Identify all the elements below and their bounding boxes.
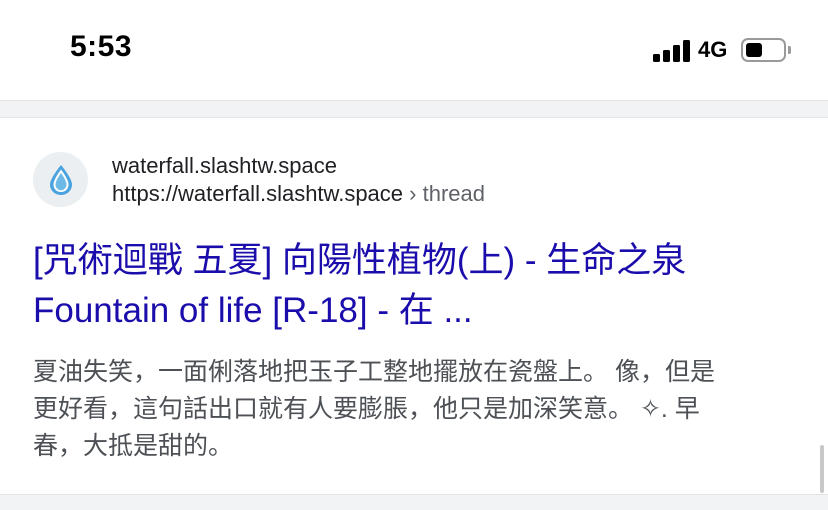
status-bar: 5:53 4G: [0, 0, 828, 100]
battery-icon: [741, 38, 791, 62]
page: 5:53 4G waterfall.slashtw.space https://…: [0, 0, 828, 510]
status-time: 5:53: [70, 30, 133, 63]
site-name[interactable]: waterfall.slashtw.space: [112, 153, 337, 179]
result-snippet: 夏油失笑，一面俐落地把玉子工整地擺放在瓷盤上。 像，但是 更好看，這句話出口就有…: [33, 354, 803, 465]
network-type: 4G: [698, 37, 728, 62]
divider: [0, 494, 828, 510]
breadcrumb-separator: ›: [409, 181, 417, 206]
snippet-line: 春，大抵是甜的。: [33, 432, 234, 460]
snippet-line: 更好看，這句話出口就有人要膨脹，他只是加深笑意。 ✧. 早: [33, 395, 700, 423]
result-title-link[interactable]: [咒術迴戰 五夏] 向陽性植物(上) - 生命之泉 Fountain of li…: [33, 236, 803, 336]
scrollbar[interactable]: [820, 445, 824, 493]
search-result[interactable]: waterfall.slashtw.space https://waterfal…: [0, 118, 828, 494]
cellular-signal-icon: [653, 40, 691, 62]
title-line: [咒術迴戰 五夏] 向陽性植物(上) - 生命之泉: [33, 241, 687, 280]
site-url[interactable]: https://waterfall.slashtw.space › thread: [112, 181, 485, 207]
water-drop-icon: [33, 152, 88, 207]
url-breadcrumb: thread: [422, 181, 485, 206]
url-text: https://waterfall.slashtw.space: [112, 181, 404, 206]
snippet-line: 夏油失笑，一面俐落地把玉子工整地擺放在瓷盤上。 像，但是: [33, 358, 715, 386]
divider: [0, 100, 828, 118]
title-line: Fountain of life [R-18] - 在 ...: [33, 291, 473, 330]
battery-level: [746, 43, 762, 57]
